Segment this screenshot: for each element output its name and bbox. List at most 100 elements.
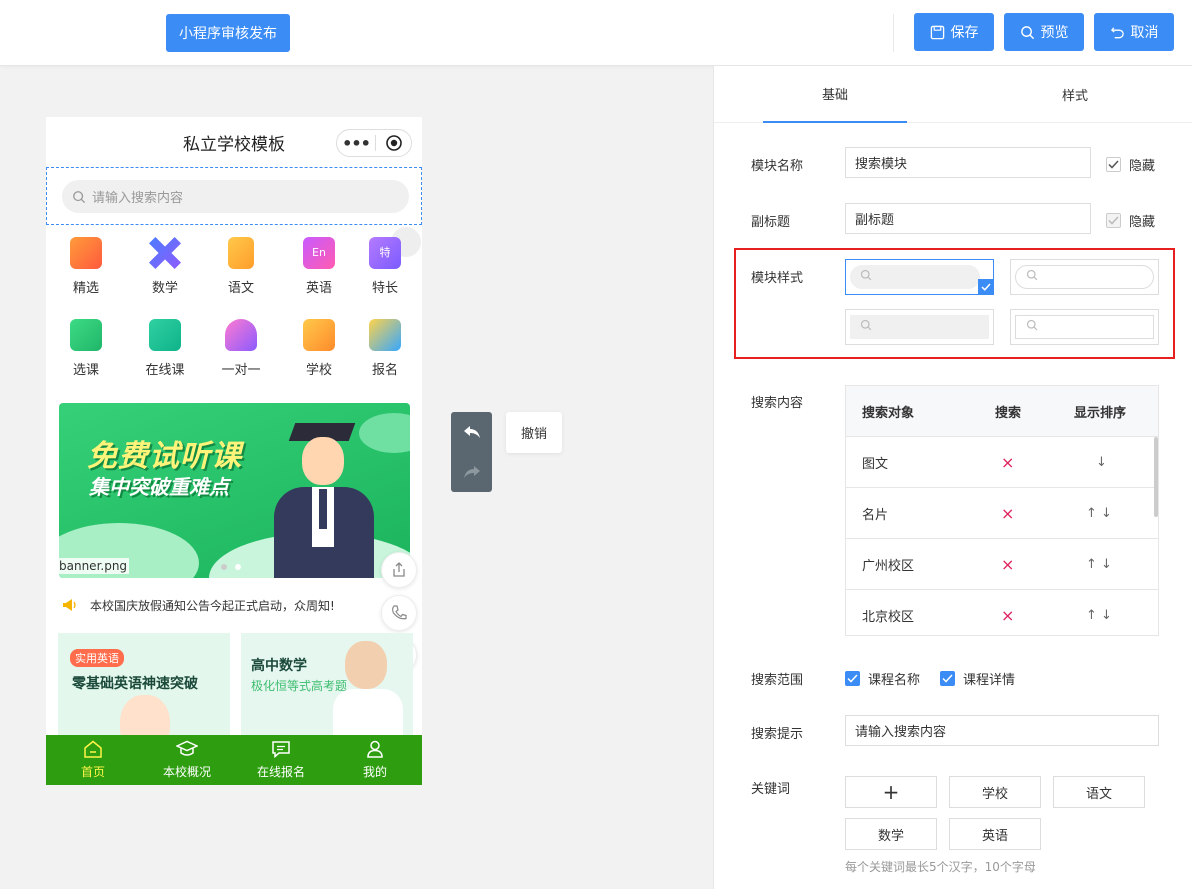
tab-basic[interactable]: 基础 — [763, 66, 907, 123]
grid-item-chinese[interactable]: 语文 — [211, 237, 271, 296]
grid-label: 报名 — [371, 363, 398, 378]
notice-bar[interactable]: 本校国庆放假通知公告今起正式启动，众周知! — [46, 587, 422, 623]
redo-icon[interactable] — [451, 452, 492, 492]
carousel-dot[interactable] — [235, 564, 241, 570]
publish-button[interactable]: 小程序审核发布 — [166, 14, 290, 52]
table-scrollbar[interactable] — [1154, 437, 1158, 517]
tab-me[interactable]: 我的 — [328, 735, 422, 785]
enroll-icon — [369, 319, 401, 351]
tab-label: 在线报名 — [256, 765, 305, 779]
style-option-1[interactable] — [845, 259, 994, 295]
card-tag: 实用英语 — [70, 649, 124, 667]
search-hint-label: 搜索提示 — [751, 727, 804, 742]
style-option-3[interactable] — [845, 309, 994, 345]
delete-icon[interactable]: × — [1001, 539, 1014, 590]
miniprogram-capsule[interactable]: ••• — [336, 129, 412, 157]
style-preview — [850, 315, 989, 339]
save-label: 保存 — [950, 25, 979, 41]
delete-icon[interactable]: × — [1001, 437, 1014, 488]
preview-label: 预览 — [1040, 25, 1069, 41]
row-name: 名片 — [862, 508, 889, 523]
grid-item-online-course[interactable]: 在线课 — [135, 319, 195, 378]
grid-item-course-select[interactable]: 选课 — [56, 319, 116, 378]
hide-checkbox-1[interactable]: 隐藏 — [1106, 155, 1155, 174]
keywords-note: 每个关键词最长5个汉字，10个字母 — [845, 860, 1036, 874]
keyword-tag[interactable]: 英语 — [949, 818, 1041, 850]
style-option-4[interactable] — [1010, 309, 1159, 345]
settings-panel: 基础 样式 模块名称 搜索模块 隐藏 副标题 副标题 隐藏 模块样式 搜索内容 … — [713, 66, 1192, 889]
hide-label: 隐藏 — [1129, 159, 1156, 174]
table-row: 广州校区 × ↑ ↓ — [846, 539, 1158, 590]
banner[interactable]: 免费试听课 集中突破重难点 banner.png — [59, 403, 410, 578]
scope-course-name[interactable]: 课程名称 — [845, 669, 920, 688]
sort-arrows[interactable]: ↑ ↓ — [1086, 539, 1112, 590]
checkbox[interactable] — [845, 671, 860, 686]
teacher-photo — [345, 641, 387, 689]
carousel-dot[interactable] — [221, 564, 227, 570]
checkbox-label: 课程名称 — [868, 673, 921, 688]
tab-style[interactable]: 样式 — [1003, 66, 1147, 123]
message-icon — [271, 740, 291, 761]
top-toolbar: 小程序审核发布 保存 预览 取消 — [0, 0, 1192, 66]
user-icon — [366, 740, 384, 761]
delete-icon[interactable]: × — [1001, 488, 1014, 539]
hide-checkbox-2[interactable]: 隐藏 — [1106, 211, 1155, 230]
grid-item-one-on-one[interactable]: 一对一 — [211, 319, 271, 378]
subtitle-input[interactable]: 副标题 — [845, 203, 1091, 234]
keyword-tag[interactable]: 学校 — [949, 776, 1041, 808]
style-preview — [850, 265, 980, 289]
card-title: 高中数学 — [251, 658, 307, 674]
grid-label: 在线课 — [145, 363, 185, 378]
keyword-tag[interactable]: 语文 — [1053, 776, 1145, 808]
checkbox-label: 课程详情 — [963, 673, 1016, 688]
cancel-button[interactable]: 取消 — [1094, 13, 1174, 51]
save-icon — [930, 25, 945, 40]
course-card-math[interactable]: 高中数学 极化恒等式高考题 — [241, 633, 413, 743]
checkbox[interactable] — [940, 671, 955, 686]
undo-icon[interactable] — [451, 412, 492, 452]
grid-item-talent[interactable]: 特特长 — [355, 237, 415, 296]
grid-item-math[interactable]: 数学 — [135, 237, 195, 296]
tab-enroll[interactable]: 在线报名 — [234, 735, 328, 785]
style-option-2[interactable] — [1010, 259, 1159, 295]
sort-arrows[interactable]: ↑ ↓ — [1086, 590, 1112, 635]
module-name-input[interactable]: 搜索模块 — [845, 147, 1091, 178]
grid-item-jingxuan[interactable]: 精选 — [56, 237, 116, 296]
bottom-tabbar: 首页 本校概况 在线报名 我的 — [46, 735, 422, 785]
table-row: 图文 × ↓ — [846, 437, 1158, 488]
save-button[interactable]: 保存 — [914, 13, 994, 51]
grid-item-school[interactable]: 学校 — [289, 319, 349, 378]
toolbar-divider — [893, 14, 894, 52]
search-icon — [72, 190, 86, 204]
share-icon[interactable] — [381, 552, 417, 588]
row-name: 北京校区 — [862, 610, 915, 625]
keyword-tag[interactable]: 数学 — [845, 818, 937, 850]
cancel-label: 取消 — [1130, 25, 1159, 41]
close-miniprogram-icon[interactable] — [376, 134, 411, 152]
course-card-english[interactable]: 实用英语 零基础英语神速突破 — [58, 633, 230, 743]
search-icon — [1026, 269, 1038, 285]
grid-item-english[interactable]: En 英语 — [289, 237, 349, 296]
banner-filename: banner.png — [59, 558, 130, 574]
panel-tabs: 基础 样式 — [714, 66, 1192, 123]
history-controls — [451, 412, 492, 492]
column-header: 搜索对象 — [862, 406, 915, 421]
more-icon[interactable]: ••• — [337, 134, 375, 153]
search-input[interactable]: 请输入搜索内容 — [62, 180, 409, 213]
scope-course-detail[interactable]: 课程详情 — [940, 669, 1015, 688]
tab-home[interactable]: 首页 — [46, 735, 140, 785]
sort-arrows[interactable]: ↓ — [1096, 437, 1107, 488]
search-module[interactable]: 请输入搜索内容 — [46, 167, 422, 225]
grid-item-enroll[interactable]: 报名 — [355, 319, 415, 378]
add-keyword-button[interactable]: + — [845, 776, 937, 808]
preview-button[interactable]: 预览 — [1004, 13, 1084, 51]
checkbox[interactable] — [1106, 213, 1121, 228]
checkbox[interactable] — [1106, 157, 1121, 172]
search-icon — [860, 269, 872, 285]
table-header: 搜索对象 搜索 显示排序 — [846, 386, 1158, 437]
phone-call-icon[interactable] — [381, 595, 417, 631]
sort-arrows[interactable]: ↑ ↓ — [1086, 488, 1112, 539]
search-hint-input[interactable]: 请输入搜索内容 — [845, 715, 1159, 746]
tab-overview[interactable]: 本校概况 — [140, 735, 234, 785]
delete-icon[interactable]: × — [1001, 590, 1014, 635]
